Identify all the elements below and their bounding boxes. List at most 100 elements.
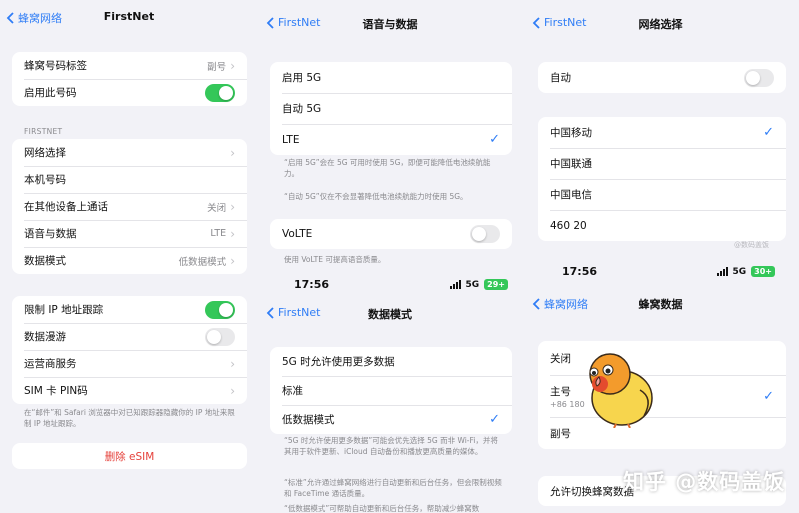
volte-note: 使用 VoLTE 可提高语音质量。 (284, 255, 386, 264)
row-label: 在其他设备上通话 (24, 201, 108, 213)
note-low-data: “低数据模式”可帮助自动更新和后台任务，帮助减少蜂窝数 (284, 504, 480, 513)
back-label: FirstNet (544, 16, 587, 29)
option-row[interactable]: LTE ✓ (270, 124, 512, 155)
limit-ip-tracking-toggle[interactable] (205, 300, 235, 319)
row-label: 本机号码 (24, 174, 66, 186)
checkmark-icon: ✓ (763, 388, 774, 404)
voice-data-screen: FirstNet 语音与数据 启用 5G 自动 5G LTE ✓ “启用 5G”… (258, 0, 522, 513)
cellular-options-group: 关闭 主号 +86 180 ✓ 副号 (538, 341, 786, 449)
back-button[interactable]: 蜂窝网络 (532, 296, 588, 312)
chevron-right-icon: › (230, 226, 235, 241)
back-button[interactable]: FirstNet (532, 16, 586, 29)
sim-pin-row[interactable]: SIM 卡 PIN码 › (12, 377, 247, 404)
chevron-right-icon: › (230, 356, 235, 371)
row-value: 副号 (207, 61, 227, 73)
back-button[interactable]: FirstNet (266, 16, 320, 29)
option-label: 低数据模式 (282, 414, 335, 426)
note-5g-on: “启用 5G”会在 5G 可用时使用 5G，即便可能降低电池续航能力。 (284, 158, 491, 178)
row-label: 语音与数据 (24, 228, 77, 240)
row-label: 网络选择 (24, 147, 66, 159)
my-number-row[interactable]: 本机号码 (12, 166, 247, 193)
label-row[interactable]: 蜂窝号码标签 副号 › (12, 52, 247, 79)
delete-group: 删除 eSIM (12, 443, 247, 469)
delete-esim-button[interactable]: 删除 eSIM (12, 443, 247, 469)
row-label: 限制 IP 地址跟踪 (24, 304, 104, 316)
back-label: 蜂窝网络 (544, 298, 588, 311)
bird-sticker (589, 353, 653, 428)
row-label: 启用此号码 (24, 87, 77, 99)
back-button[interactable]: 蜂窝网络 (6, 10, 62, 26)
note-standard: “标准”允许通过蜂窝网络进行自动更新和后台任务，但会限制视频和 FaceTime… (284, 478, 502, 498)
option-label: LTE (282, 133, 300, 146)
auto-group: 自动 (538, 62, 786, 93)
back-label: FirstNet (278, 16, 321, 29)
chevron-left-icon (6, 12, 14, 24)
privacy-group: 限制 IP 地址跟踪 数据漫游 运营商服务 › SIM 卡 PIN码 › (12, 296, 247, 404)
note-5g-auto: “自动 5G”仅在不会显著降低电池续航能力时使用 5G。 (284, 192, 468, 201)
network-type: 5G (732, 266, 747, 277)
volte-row: VoLTE (270, 219, 512, 249)
status-bar: 17:56 5G 29+ (258, 278, 522, 294)
battery-icon: 30+ (751, 266, 775, 277)
option-row[interactable]: 副号 (538, 417, 786, 449)
option-row[interactable]: 低数据模式 ✓ (270, 405, 512, 434)
auto-toggle[interactable] (744, 68, 774, 87)
option-row[interactable]: 标准 (270, 376, 512, 405)
delete-label: 删除 eSIM (104, 450, 155, 463)
signal-icon (449, 280, 461, 289)
network-selection-screen: FirstNet 网络选择 自动 中国移动 ✓ 中国联通 中国电信 460 20… (522, 0, 799, 513)
network-selection-row[interactable]: 网络选择 › (12, 139, 247, 166)
option-row[interactable]: 5G 时允许使用更多数据 (270, 347, 512, 376)
status-time: 17:56 (294, 278, 330, 291)
voice-data-row[interactable]: 语音与数据 LTE › (12, 220, 247, 247)
back-button[interactable]: FirstNet (266, 306, 320, 319)
chevron-left-icon (532, 298, 540, 310)
carrier-label: 中国电信 (550, 189, 592, 201)
data-roaming-toggle[interactable] (205, 327, 235, 346)
volte-toggle[interactable] (470, 225, 500, 243)
volte-group: VoLTE (270, 219, 512, 249)
calls-other-devices-row[interactable]: 在其他设备上通话 关闭 › (12, 193, 247, 220)
option-row[interactable]: 自动 5G (270, 93, 512, 124)
chevron-right-icon: › (230, 145, 235, 160)
carrier-row[interactable]: 中国联通 (538, 148, 786, 179)
status-bar: 17:56 5G 30+ (522, 265, 799, 281)
carrier-label: 460 20 (550, 219, 587, 232)
carrier-row[interactable]: 中国电信 (538, 179, 786, 210)
back-label: 蜂窝网络 (18, 12, 62, 25)
carrier-list: 中国移动 ✓ 中国联通 中国电信 460 20 (538, 117, 786, 241)
enable-number-toggle[interactable] (205, 83, 235, 102)
carrier-services-row[interactable]: 运营商服务 › (12, 350, 247, 377)
row-label: 运营商服务 (24, 358, 77, 370)
signal-icon (716, 267, 728, 276)
chevron-right-icon: › (230, 58, 235, 73)
number-group: 蜂窝号码标签 副号 › 启用此号码 (12, 52, 247, 106)
nav-bar: FirstNet 数据模式 (258, 306, 522, 326)
limit-ip-tracking-row: 限制 IP 地址跟踪 (12, 296, 247, 323)
option-label: 5G 时允许使用更多数据 (282, 356, 395, 368)
nav-bar: 蜂窝网络 FirstNet (0, 10, 258, 30)
carrier-row[interactable]: 460 20 (538, 210, 786, 241)
carrier-label: 中国联通 (550, 158, 592, 170)
enable-number-row: 启用此号码 (12, 79, 247, 106)
option-row[interactable]: 关闭 (538, 341, 786, 375)
checkmark-icon: ✓ (489, 412, 500, 427)
data-mode-options-group: 5G 时允许使用更多数据 标准 低数据模式 ✓ (270, 347, 512, 434)
chevron-left-icon (266, 306, 274, 319)
option-row[interactable]: 启用 5G (270, 62, 512, 93)
ip-tracking-footnote: 在“邮件”和 Safari 浏览器中对已知跟踪器隐藏你的 IP 地址来限制 IP… (24, 408, 235, 428)
option-row[interactable]: 主号 +86 180 ✓ (538, 375, 786, 417)
small-watermark: @数码盖饭 (734, 241, 769, 249)
option-label: 启用 5G (282, 72, 322, 84)
data-mode-row[interactable]: 数据模式 低数据模式 › (12, 247, 247, 274)
row-label: 数据漫游 (24, 331, 66, 343)
chevron-right-icon: › (230, 383, 235, 398)
row-value: 关闭 (207, 202, 227, 214)
option-label: 自动 5G (282, 103, 322, 115)
checkmark-icon: ✓ (489, 132, 500, 147)
carrier-row[interactable]: 中国移动 ✓ (538, 117, 786, 148)
battery-icon: 29+ (484, 279, 508, 290)
status-time: 17:56 (562, 265, 598, 278)
row-label: 蜂窝号码标签 (24, 60, 87, 72)
row-value: 低数据模式 (178, 256, 227, 268)
